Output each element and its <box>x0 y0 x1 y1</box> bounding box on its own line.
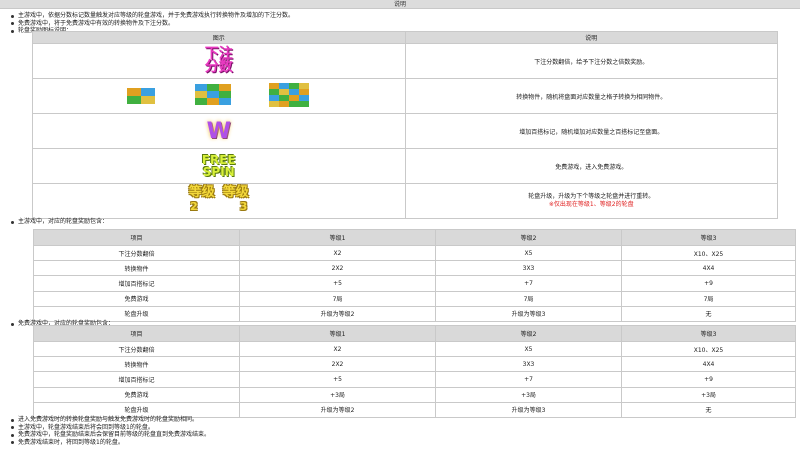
wild-icon: W <box>206 118 231 144</box>
table-row: 转换物件 2X2 3X3 4X4 <box>33 260 796 277</box>
col-header: 项目 <box>33 325 240 342</box>
icon-desc-note: ※仅出现在等级1、等级2的轮盘 <box>548 201 634 208</box>
table-cell: X2 <box>239 244 436 262</box>
icon-header: 图示 <box>32 31 406 44</box>
table-cell: +5 <box>239 275 436 292</box>
free-spin-icon: FREE SPIN <box>201 153 236 179</box>
icon-legend-table: 图示 说明 下注 分数 下注分数翻倍，给予下注分数之倍数奖励。 转换物件，随机将… <box>32 31 778 219</box>
table-row: 增加百搭标记 +5 +7 +9 <box>33 275 796 292</box>
table-cell: 下注分数翻倍 <box>33 244 240 262</box>
col-header: 等级1 <box>239 229 436 246</box>
table-cell: 3X3 <box>435 356 622 373</box>
table-cell: 升级为等级3 <box>435 305 622 322</box>
table-cell: 免费游戏 <box>33 386 240 403</box>
footer-item: 主游戏中，轮盘游戏结束后将会回到等级1的轮盘。 <box>10 424 210 432</box>
table-cell: X10、X25 <box>621 244 796 262</box>
table-cell: 2X2 <box>239 260 436 277</box>
main-section-label: 主游戏中，对应的轮盘奖励包含： <box>10 218 108 226</box>
col-header: 等级2 <box>435 325 622 342</box>
table-cell: +3局 <box>239 386 436 403</box>
table-cell: 增加百搭标记 <box>33 371 240 388</box>
table-cell: +9 <box>621 371 796 388</box>
icon-row: FREE SPIN 免费游戏，进入免费游戏。 <box>32 148 778 184</box>
main-game-table: 项目 等级1 等级2 等级3 下注分数翻倍 X2 X5 X10、X25 转换物件… <box>33 229 796 322</box>
table-cell: 升级为等级2 <box>239 401 436 418</box>
table-row: 转换物件 2X2 3X3 4X4 <box>33 356 796 373</box>
table-cell: X5 <box>435 244 622 262</box>
table-cell: 7局 <box>435 290 622 307</box>
table-cell: 4X4 <box>621 260 796 277</box>
table-cell: +7 <box>435 275 622 292</box>
table-cell: 无 <box>621 305 796 322</box>
table-cell: X2 <box>239 340 436 358</box>
col-header: 等级3 <box>621 229 796 246</box>
intro-item: 主游戏中，依据分数标记数量触发对应等级的轮盘游戏，并于免费游戏执行转换物件及增加… <box>10 12 294 20</box>
table-cell: 无 <box>621 401 796 418</box>
table-cell: 4X4 <box>621 356 796 373</box>
table-cell: X5 <box>435 340 622 358</box>
table-cell: +7 <box>435 371 622 388</box>
table-cell: +3局 <box>435 386 622 403</box>
table-row: 下注分数翻倍 X2 X5 X10、X25 <box>33 340 796 358</box>
table-cell: 转换物件 <box>33 260 240 277</box>
free-game-table: 项目 等级1 等级2 等级3 下注分数翻倍 X2 X5 X10、X25 转换物件… <box>33 325 796 418</box>
intro-item: 免费游戏中，将于免费游戏中有效的转换物件及下注分数。 <box>10 20 294 28</box>
main-section-list: 主游戏中，对应的轮盘奖励包含： <box>10 218 108 226</box>
footer-item: 免费游戏结束时，将回到等级1的轮盘。 <box>10 439 210 447</box>
table-cell: 7局 <box>239 290 436 307</box>
table-cell: +5 <box>239 371 436 388</box>
col-header: 等级1 <box>239 325 436 342</box>
table-cell: 2X2 <box>239 356 436 373</box>
table-cell: +3局 <box>621 386 796 403</box>
icon-desc: 下注分数翻倍，给予下注分数之倍数奖励。 <box>404 43 778 79</box>
table-row: 免费游戏 7局 7局 7局 <box>33 290 796 307</box>
table-row: 增加百搭标记 +5 +7 +9 <box>33 371 796 388</box>
table-cell: 增加百搭标记 <box>33 275 240 292</box>
icon-row: W 增加百搭标记，随机增加对应数量之百搭标记至盘面。 <box>32 113 778 149</box>
level-up-icon: 等级 等级 2 3 <box>188 185 249 213</box>
icon-row: 等级 等级 2 3 轮盘升级，升级为下个等级之轮盘并进行重转。 ※仅出现在等级1… <box>32 183 778 219</box>
icon-row: 转换物件，随机将盘面对应数量之格子转换为相同物件。 <box>32 78 778 114</box>
col-header: 等级3 <box>621 325 796 342</box>
icon-row: 下注 分数 下注分数翻倍，给予下注分数之倍数奖励。 <box>32 43 778 79</box>
icon-desc: 轮盘升级，升级为下个等级之轮盘并进行重转。 <box>528 193 655 200</box>
col-header: 项目 <box>33 229 240 246</box>
table-cell: 免费游戏 <box>33 290 240 307</box>
footer-item: 免费游戏中，轮盘奖励结束后会保留目前等级的轮盘直到免费游戏结束。 <box>10 431 210 439</box>
table-cell: 升级为等级2 <box>239 305 436 322</box>
table-cell: 升级为等级3 <box>435 401 622 418</box>
table-cell: 下注分数翻倍 <box>33 340 240 358</box>
icon-desc: 免费游戏，进入免费游戏。 <box>404 148 778 184</box>
table-row: 下注分数翻倍 X2 X5 X10、X25 <box>33 244 796 262</box>
table-cell: 转换物件 <box>33 356 240 373</box>
table-row: 轮盘升级 升级为等级2 升级为等级3 无 <box>33 305 796 322</box>
convert-symbols-icon <box>126 83 309 107</box>
table-cell: +9 <box>621 275 796 292</box>
table-cell: 3X3 <box>435 260 622 277</box>
icon-desc: 增加百搭标记，随机增加对应数量之百搭标记至盘面。 <box>404 113 778 149</box>
desc-header: 说明 <box>404 31 778 44</box>
footer-item: 进入免费游戏时的转换轮盘奖励与触发免费游戏时的轮盘奖励相同。 <box>10 416 210 424</box>
col-header: 等级2 <box>435 229 622 246</box>
table-cell: 7局 <box>621 290 796 307</box>
window-title: 说明 <box>0 0 800 9</box>
footer-list: 进入免费游戏时的转换轮盘奖励与触发免费游戏时的轮盘奖励相同。 主游戏中，轮盘游戏… <box>10 416 210 446</box>
icon-desc: 转换物件，随机将盘面对应数量之格子转换为相同物件。 <box>404 78 778 114</box>
table-row: 免费游戏 +3局 +3局 +3局 <box>33 386 796 403</box>
bet-multiplier-icon: 下注 分数 <box>204 46 233 75</box>
table-cell: X10、X25 <box>621 340 796 358</box>
